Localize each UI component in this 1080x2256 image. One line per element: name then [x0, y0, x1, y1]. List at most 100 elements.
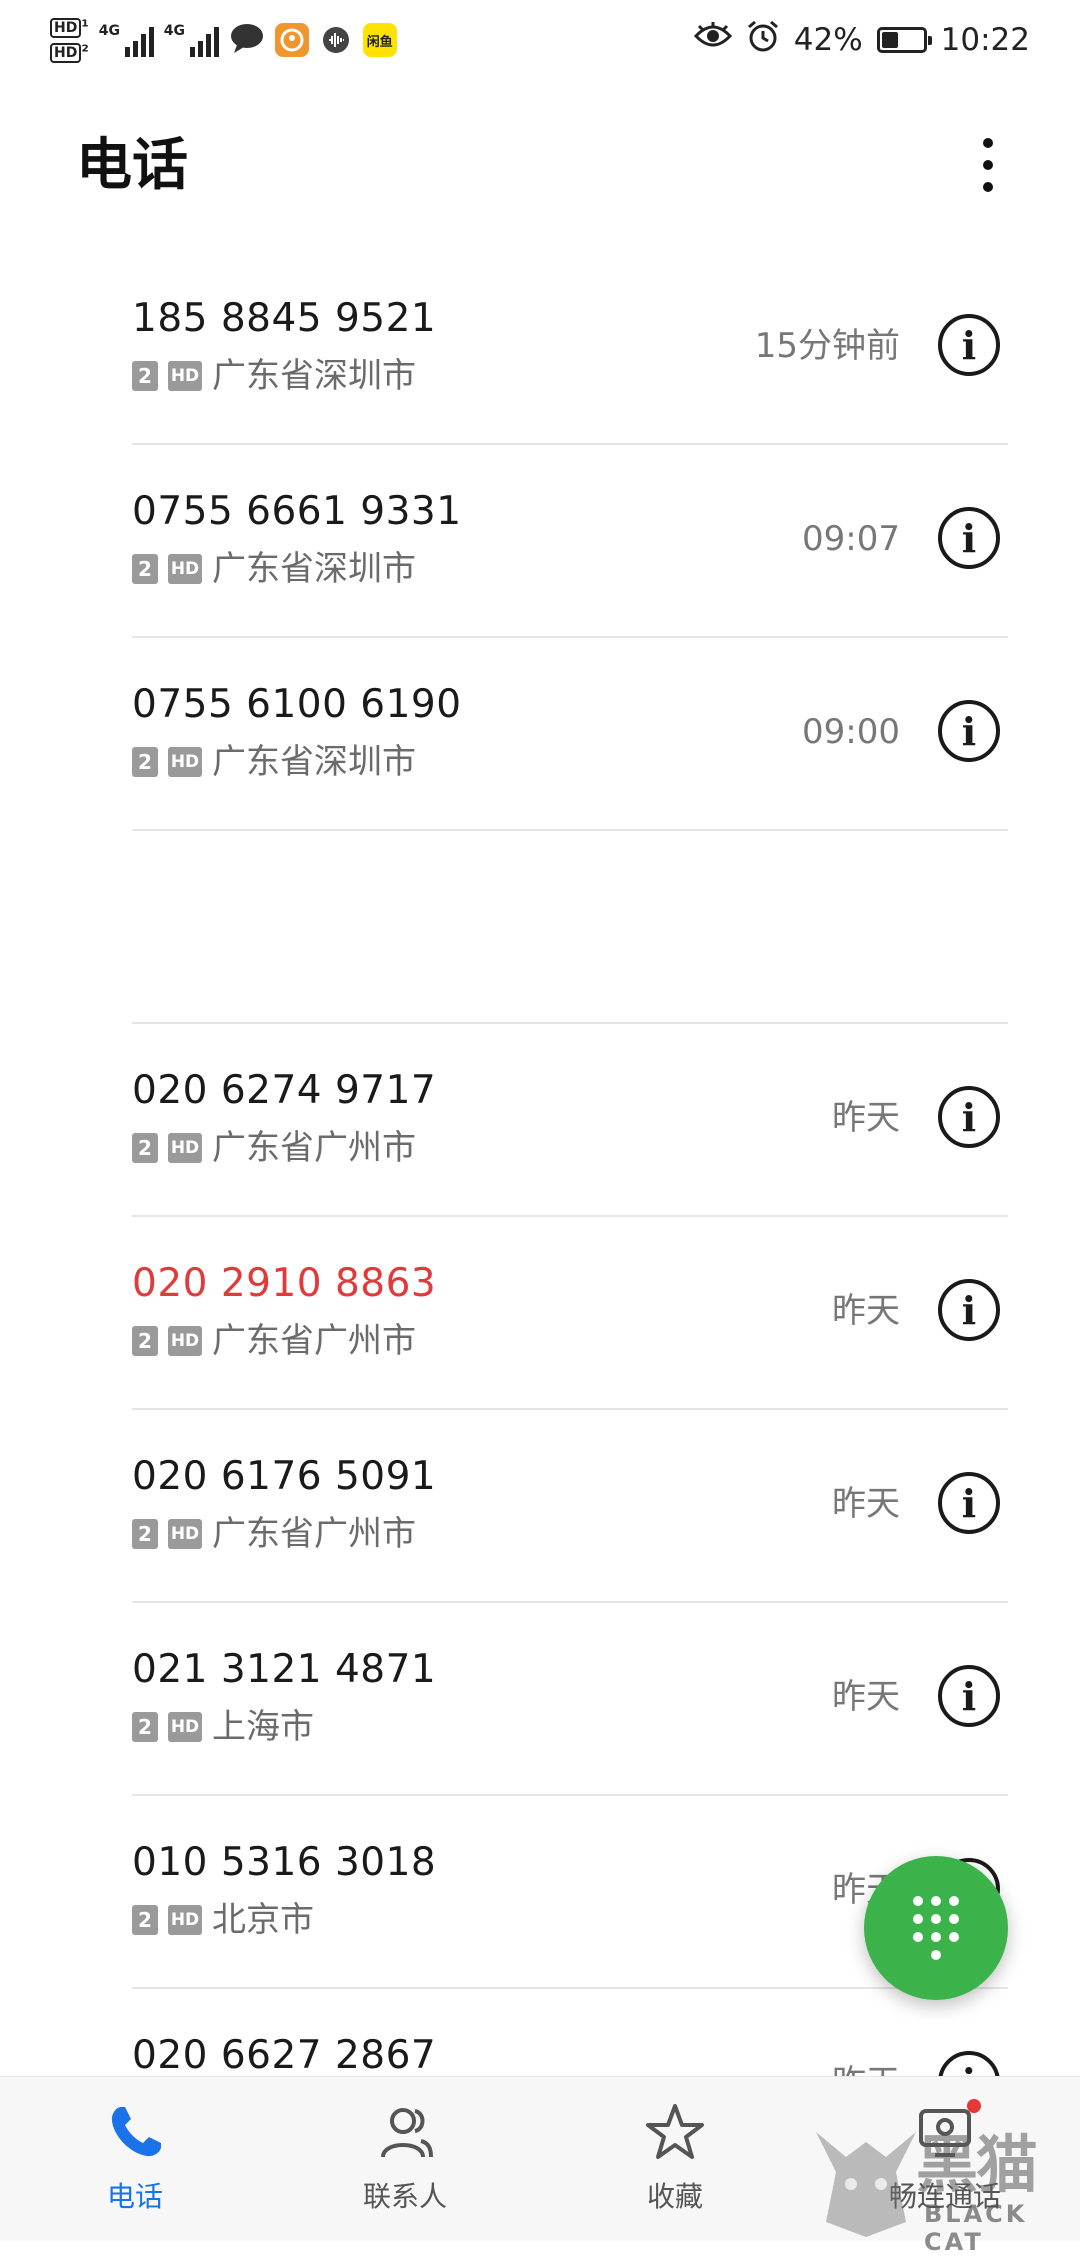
watermark-cn: 黑猫: [916, 2128, 1038, 2201]
caller-location: 广东省广州市: [212, 1514, 416, 1554]
status-left: HD ¹ HD ² 4G 4G 闲鱼: [50, 12, 397, 68]
hd-badge: HD: [168, 747, 202, 777]
call-log-row[interactable]: 021 3121 4871 2 HD 上海市 昨天 i: [0, 1603, 1080, 1796]
hd-badge: HD: [168, 1905, 202, 1935]
app-notification-icon: [274, 23, 309, 57]
page-title: 电话: [76, 133, 188, 198]
hd-badge: HD: [168, 361, 202, 391]
phone-number: 020 2910 8863: [132, 1261, 437, 1306]
sim-badge: 2: [132, 1905, 158, 1935]
call-time: 昨天: [832, 1098, 900, 1138]
phone-number: 020 6274 9717: [132, 1068, 437, 1113]
eye-icon: [693, 22, 732, 58]
hd-badge: HD: [168, 1133, 202, 1163]
hd-badge: HD: [168, 1712, 202, 1742]
notification-dot: [967, 2099, 981, 2113]
call-meta: 2 HD 广东省深圳市: [132, 742, 416, 782]
tab-favorites-label: 收藏: [646, 2180, 703, 2213]
call-details-info-icon[interactable]: i: [938, 1665, 1000, 1727]
status-bar: HD ¹ HD ² 4G 4G 闲鱼 42% 10:22: [0, 0, 1080, 80]
call-time: 15分钟前: [754, 326, 900, 366]
caller-location: 广东省深圳市: [212, 742, 416, 782]
phone-number: 185 8845 9521: [132, 296, 437, 341]
call-details-info-icon[interactable]: i: [938, 700, 1000, 762]
battery-percent: 42%: [793, 22, 863, 58]
hd-badge: HD: [168, 1519, 202, 1549]
hd-indicators: HD ¹ HD ²: [50, 17, 89, 63]
call-meta: 2 HD 上海市: [132, 1707, 314, 1747]
xianyu-app-icon: 闲鱼: [362, 23, 397, 57]
black-cat-logo-icon: [816, 2132, 916, 2237]
sim-badge: 2: [132, 361, 158, 391]
call-log-row[interactable]: 020 6176 5091 2 HD 广东省广州市 昨天 i: [0, 1410, 1080, 1603]
contacts-icon: [381, 2108, 433, 2158]
call-details-info-icon[interactable]: i: [938, 1472, 1000, 1534]
dialpad-button[interactable]: [864, 1856, 1008, 2000]
star-icon: [646, 2104, 704, 2159]
hd-badge: HD: [168, 554, 202, 584]
xianyu-app-label: 闲鱼: [366, 34, 393, 50]
clock: 10:22: [940, 22, 1030, 58]
network-type-1: 4G: [98, 23, 121, 39]
call-details-info-icon[interactable]: i: [938, 314, 1000, 376]
phone-number: 020 6627 2867: [132, 2033, 437, 2078]
network-type-2: 4G: [163, 23, 186, 39]
call-meta: 2 HD 广东省广州市: [132, 1128, 416, 1168]
caller-location: 北京市: [212, 1900, 314, 1940]
hd-sim2-indicator: HD ²: [50, 42, 89, 63]
tab-favorites[interactable]: 收藏: [540, 2077, 810, 2241]
hd-badge: HD: [168, 1326, 202, 1356]
tab-contacts[interactable]: 联系人: [270, 2077, 540, 2241]
phone-number: 020 6176 5091: [132, 1454, 437, 1499]
message-bubble-icon: [229, 21, 265, 59]
tab-contacts-label: 联系人: [362, 2180, 447, 2213]
call-time: 09:00: [802, 712, 900, 752]
phone-number: 0755 6661 9331: [132, 489, 462, 534]
phone-number: 021 3121 4871: [132, 1647, 437, 1692]
battery-fill: [881, 32, 899, 48]
call-log-row: i: [0, 831, 1080, 1024]
audio-wave-icon: [318, 23, 353, 57]
call-log-row[interactable]: 0755 6661 9331 2 HD 广东省深圳市 09:07 i: [0, 445, 1080, 638]
dialpad-icon: [913, 1896, 959, 1960]
watermark-en: BLACK CAT: [924, 2200, 1028, 2256]
phone-number: 010 5316 3018: [132, 1840, 437, 1885]
call-meta: 2 HD 广东省广州市: [132, 1514, 416, 1554]
call-log-row[interactable]: 020 2910 8863 2 HD 广东省广州市 昨天 i: [0, 1217, 1080, 1410]
call-time: 昨天: [832, 1291, 900, 1331]
call-meta: 2 HD 广东省广州市: [132, 1321, 416, 1361]
call-time: 昨天: [832, 1677, 900, 1717]
caller-location: 上海市: [212, 1707, 314, 1747]
sim-badge: 2: [132, 1712, 158, 1742]
signal-sim1-icon: 4G: [99, 23, 154, 57]
call-log-row[interactable]: 020 6274 9717 2 HD 广东省广州市 昨天 i: [0, 1024, 1080, 1217]
call-time: 09:07: [802, 519, 900, 559]
signal-sim2-icon: 4G: [164, 23, 219, 57]
call-meta: 2 HD 北京市: [132, 1900, 314, 1940]
sim-badge: 2: [132, 747, 158, 777]
status-right: 42% 10:22: [693, 12, 1030, 68]
call-details-info-icon[interactable]: i: [938, 507, 1000, 569]
caller-location: 广东省广州市: [212, 1321, 416, 1361]
caller-location: 广东省深圳市: [212, 356, 416, 396]
watermark: 黑猫 BLACK CAT: [806, 2112, 1080, 2256]
alarm-icon: [746, 19, 780, 61]
phone-icon: [111, 2107, 161, 2157]
call-log-row[interactable]: 0755 6100 6190 2 HD 广东省深圳市 09:00 i: [0, 638, 1080, 831]
call-meta: 2 HD 广东省深圳市: [132, 356, 416, 396]
phone-number: 0755 6100 6190: [132, 682, 462, 727]
caller-location: 广东省深圳市: [212, 549, 416, 589]
battery-icon: [876, 27, 932, 53]
tab-phone[interactable]: 电话: [0, 2077, 270, 2241]
call-time: 昨天: [832, 1484, 900, 1524]
call-details-info-icon[interactable]: i: [938, 1279, 1000, 1341]
call-meta: 2 HD 广东省深圳市: [132, 549, 416, 589]
call-details-info-icon[interactable]: i: [938, 1086, 1000, 1148]
sim-badge: 2: [132, 1326, 158, 1356]
sim-badge: 2: [132, 1519, 158, 1549]
sim-badge: 2: [132, 554, 158, 584]
more-options-icon[interactable]: [968, 132, 1008, 198]
caller-location: 广东省广州市: [212, 1128, 416, 1168]
hd-sim1-indicator: HD ¹: [50, 17, 89, 38]
call-log-row[interactable]: 185 8845 9521 2 HD 广东省深圳市 15分钟前 i: [0, 252, 1080, 445]
